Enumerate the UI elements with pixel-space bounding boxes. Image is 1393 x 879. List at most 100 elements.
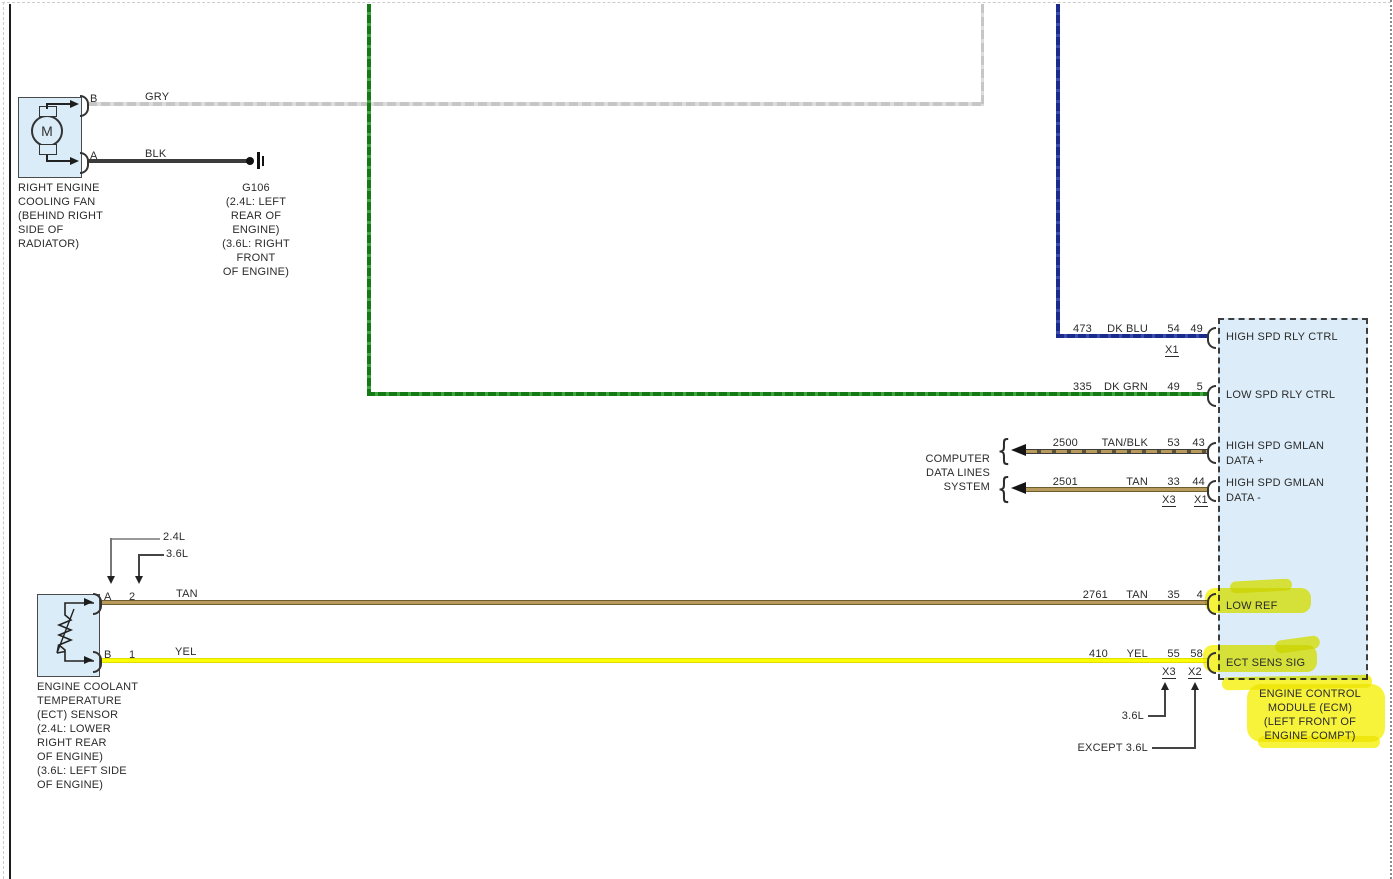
ect-pin-b-arrow <box>84 656 93 664</box>
callout-line <box>1152 747 1196 749</box>
gry-wire-vertical <box>981 4 984 104</box>
ecm-pin-label-gmlan-plus-1: HIGH SPD GMLAN <box>1226 440 1325 452</box>
connector-id: X3 <box>1162 666 1176 679</box>
ect-pin-2-label: 2 <box>129 591 136 603</box>
data-line-arrow <box>1011 482 1026 494</box>
callout-3-6l: 3.6L <box>1121 710 1144 722</box>
pin-number: 35 <box>1167 589 1180 601</box>
brace-symbol: { <box>996 471 1012 506</box>
connector-id: X1 <box>1194 494 1208 507</box>
wire-color-label: TAN <box>1126 589 1148 601</box>
ecm-pin-label-ect-sens-sig: ECT SENS SIG <box>1226 657 1306 669</box>
connector-id: X2 <box>1188 666 1202 679</box>
fan-pin-a-arrow <box>70 157 79 165</box>
computer-data-lines-label: COMPUTER DATA LINES SYSTEM <box>925 453 990 493</box>
callout-arrow-up <box>1191 682 1199 690</box>
circuit-number: 2500 <box>1052 437 1078 449</box>
fan-pin-a-connector <box>80 152 89 174</box>
wire-color-label: DK GRN <box>1104 381 1148 393</box>
pin-number: 33 <box>1167 476 1180 488</box>
ecm-pin-connector <box>1207 593 1216 615</box>
ecm-pin-connector <box>1207 385 1216 407</box>
fan-internal-line <box>46 160 72 162</box>
pin-number: 54 <box>1167 323 1180 335</box>
ecm-pin-connector <box>1207 652 1216 674</box>
callout-except-3-6l: EXCEPT 3.6L <box>1077 742 1148 754</box>
page-border-top <box>2 2 1391 3</box>
callout-2-4l: 2.4L <box>163 531 186 543</box>
fan-caption: RIGHT ENGINE COOLING FAN (BEHIND RIGHT S… <box>18 182 104 250</box>
data-line-arrow <box>1011 444 1026 456</box>
pin-number: 4 <box>1196 589 1203 601</box>
ecm-pin-connector <box>1207 480 1216 502</box>
ecm-pin-connector <box>1207 442 1216 464</box>
fan-pin-b-connector <box>80 95 89 117</box>
callout-line <box>110 538 160 540</box>
circuit-number: 2501 <box>1052 476 1078 488</box>
fan-internal-line <box>46 103 72 105</box>
circuit-number: 335 <box>1073 381 1092 393</box>
callout-3-6l-top: 3.6L <box>166 548 189 560</box>
ground-caption: G106 (2.4L: LEFT REAR OF ENGINE) (3.6L: … <box>222 182 290 278</box>
ecm-pin-label-gmlan-plus-2: DATA + <box>1226 455 1264 467</box>
ect-pin-b-label: B <box>104 649 112 661</box>
ecm-caption: ENGINE CONTROL MODULE (ECM) (LEFT FRONT … <box>1259 688 1361 742</box>
wire-color-label: DK BLU <box>1107 323 1148 335</box>
page-border-left <box>3 2 4 879</box>
yel-wire-label: YEL <box>175 646 197 658</box>
ect-pin-1-label: 1 <box>129 649 136 661</box>
tan-wire-label: TAN <box>176 588 198 600</box>
ecm-pin-label-gmlan-minus-2: DATA - <box>1226 492 1262 504</box>
pin-number: 5 <box>1196 381 1203 393</box>
pin-number: 58 <box>1190 648 1203 660</box>
ecm-pin-label-low-spd-rly: LOW SPD RLY CTRL <box>1226 389 1336 401</box>
callout-line <box>1164 690 1166 717</box>
fan-pin-a-label: A <box>90 150 98 162</box>
blk-wire-label: BLK <box>145 148 167 160</box>
pin-number: 49 <box>1167 381 1180 393</box>
connector-id: X1 <box>1165 344 1179 357</box>
fan-pin-b-label: B <box>90 93 98 105</box>
low-ref-tan-wire <box>100 600 1208 605</box>
motor-symbol: M <box>31 115 63 147</box>
wiring-diagram-canvas: M B A GRY BLK RIGHT ENGINE COOLING FAN (… <box>0 0 1393 879</box>
callout-line <box>110 538 112 577</box>
blk-wire <box>88 159 248 163</box>
ect-sig-yel-wire <box>100 658 1208 663</box>
ecm-pin-label-gmlan-minus-1: HIGH SPD GMLAN <box>1226 477 1325 489</box>
ect-pin-a-arrow <box>84 598 93 606</box>
ground-symbol-bar <box>262 156 264 166</box>
callout-line <box>138 554 140 577</box>
motor-brush-bottom <box>39 144 57 155</box>
pin-number: 49 <box>1190 323 1203 335</box>
callout-line <box>1194 690 1196 749</box>
pin-number: 43 <box>1192 437 1205 449</box>
ect-pin-b-connector <box>93 651 102 673</box>
wire-color-label: TAN/BLK <box>1101 437 1148 449</box>
dk-grn-wire-vertical <box>367 4 371 396</box>
circuit-number: 473 <box>1073 323 1092 335</box>
connector-id: X3 <box>1162 494 1176 507</box>
pin-number: 44 <box>1192 476 1205 488</box>
ecm-pin-label-high-spd-rly: HIGH SPD RLY CTRL <box>1226 331 1338 343</box>
callout-arrow-down <box>107 576 115 584</box>
gry-wire-horizontal <box>88 102 984 106</box>
motor-letter: M <box>41 123 53 139</box>
motor-brush-top <box>39 106 57 117</box>
ground-symbol-bar <box>257 152 260 169</box>
callout-arrow-down <box>135 576 143 584</box>
fan-pin-b-arrow <box>70 100 79 108</box>
ground-symbol-dot <box>246 157 254 165</box>
ecm-pin-connector <box>1207 327 1216 349</box>
ect-pin-a-label: A <box>104 591 112 603</box>
wire-color-label: YEL <box>1126 648 1148 660</box>
dk-blu-wire-vertical <box>1056 4 1060 338</box>
pin-number: 55 <box>1167 648 1180 660</box>
pin-number: 53 <box>1167 437 1180 449</box>
callout-arrow-up <box>1161 682 1169 690</box>
wire-color-label: TAN <box>1126 476 1148 488</box>
callout-line <box>138 554 164 556</box>
gry-wire-label: GRY <box>145 91 170 103</box>
ect-pin-a-connector <box>93 593 102 615</box>
ecm-pin-label-low-ref: LOW REF <box>1226 600 1278 612</box>
